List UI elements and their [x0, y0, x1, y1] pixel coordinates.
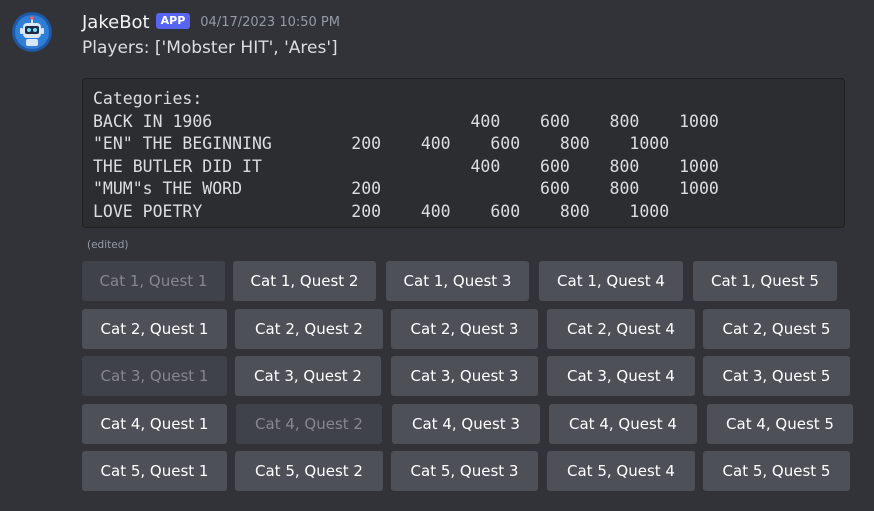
cat3-quest2-button[interactable]: Cat 3, Quest 2 — [235, 356, 381, 396]
cat1-quest4-button[interactable]: Cat 1, Quest 4 — [539, 261, 683, 301]
cat3-quest1-button[interactable]: Cat 3, Quest 1 — [82, 356, 227, 396]
players-line: Players: ['Mobster HIT', 'Ares'] — [82, 38, 338, 58]
cat5-quest5-button[interactable]: Cat 5, Quest 5 — [703, 451, 850, 491]
cat1-quest2-button[interactable]: Cat 1, Quest 2 — [233, 261, 376, 301]
categories-codeblock: Categories: BACK IN 1906 400 600 800 100… — [82, 78, 845, 228]
cat5-quest4-button[interactable]: Cat 5, Quest 4 — [547, 451, 695, 491]
cat2-quest3-button[interactable]: Cat 2, Quest 3 — [391, 309, 538, 349]
cat3-quest4-button[interactable]: Cat 3, Quest 4 — [547, 356, 695, 396]
button-row-1: Cat 1, Quest 1 Cat 1, Quest 2 Cat 1, Que… — [82, 261, 845, 301]
author-username[interactable]: JakeBot — [82, 12, 150, 33]
cat2-quest4-button[interactable]: Cat 2, Quest 4 — [547, 309, 695, 349]
cat2-quest2-button[interactable]: Cat 2, Quest 2 — [235, 309, 383, 349]
cat1-quest5-button[interactable]: Cat 1, Quest 5 — [693, 261, 837, 301]
button-row-4: Cat 4, Quest 1 Cat 4, Quest 2 Cat 4, Que… — [82, 404, 861, 444]
cat4-quest4-button[interactable]: Cat 4, Quest 4 — [549, 404, 697, 444]
message-timestamp: 04/17/2023 10:50 PM — [200, 14, 340, 30]
code-line: BACK IN 1906 400 600 800 1000 — [93, 111, 719, 131]
cat2-quest5-button[interactable]: Cat 2, Quest 5 — [703, 309, 850, 349]
code-line: LOVE POETRY 200 400 600 800 1000 — [93, 201, 670, 221]
chat-message: JakeBot APP 04/17/2023 10:50 PM Players:… — [0, 0, 874, 511]
robot-avatar-icon[interactable] — [12, 12, 52, 52]
message-header: JakeBot APP 04/17/2023 10:50 PM — [82, 10, 340, 34]
cat1-quest3-button[interactable]: Cat 1, Quest 3 — [386, 261, 529, 301]
edited-label: (edited) — [87, 239, 129, 251]
cat5-quest2-button[interactable]: Cat 5, Quest 2 — [235, 451, 383, 491]
button-row-3: Cat 3, Quest 1 Cat 3, Quest 2 Cat 3, Que… — [82, 356, 858, 396]
cat5-quest3-button[interactable]: Cat 5, Quest 3 — [391, 451, 538, 491]
code-line: "EN" THE BEGINNING 200 400 600 800 1000 — [93, 134, 670, 153]
cat1-quest1-button[interactable]: Cat 1, Quest 1 — [82, 261, 225, 301]
cat4-quest1-button[interactable]: Cat 4, Quest 1 — [82, 404, 227, 444]
cat3-quest3-button[interactable]: Cat 3, Quest 3 — [391, 356, 538, 396]
button-row-5: Cat 5, Quest 1 Cat 5, Quest 2 Cat 5, Que… — [82, 451, 858, 491]
app-badge: APP — [155, 13, 191, 29]
button-row-2: Cat 2, Quest 1 Cat 2, Quest 2 Cat 2, Que… — [82, 309, 858, 349]
cat4-quest5-button[interactable]: Cat 4, Quest 5 — [707, 404, 853, 444]
code-line: "MUM"s THE WORD 200 600 800 1000 — [93, 179, 719, 198]
code-line: Categories: — [93, 89, 203, 108]
cat3-quest5-button[interactable]: Cat 3, Quest 5 — [703, 356, 850, 396]
cat4-quest2-button[interactable]: Cat 4, Quest 2 — [236, 404, 382, 444]
cat5-quest1-button[interactable]: Cat 5, Quest 1 — [82, 451, 227, 491]
cat4-quest3-button[interactable]: Cat 4, Quest 3 — [392, 404, 540, 444]
code-line: THE BUTLER DID IT 400 600 800 1000 — [93, 156, 719, 176]
cat2-quest1-button[interactable]: Cat 2, Quest 1 — [82, 309, 227, 349]
